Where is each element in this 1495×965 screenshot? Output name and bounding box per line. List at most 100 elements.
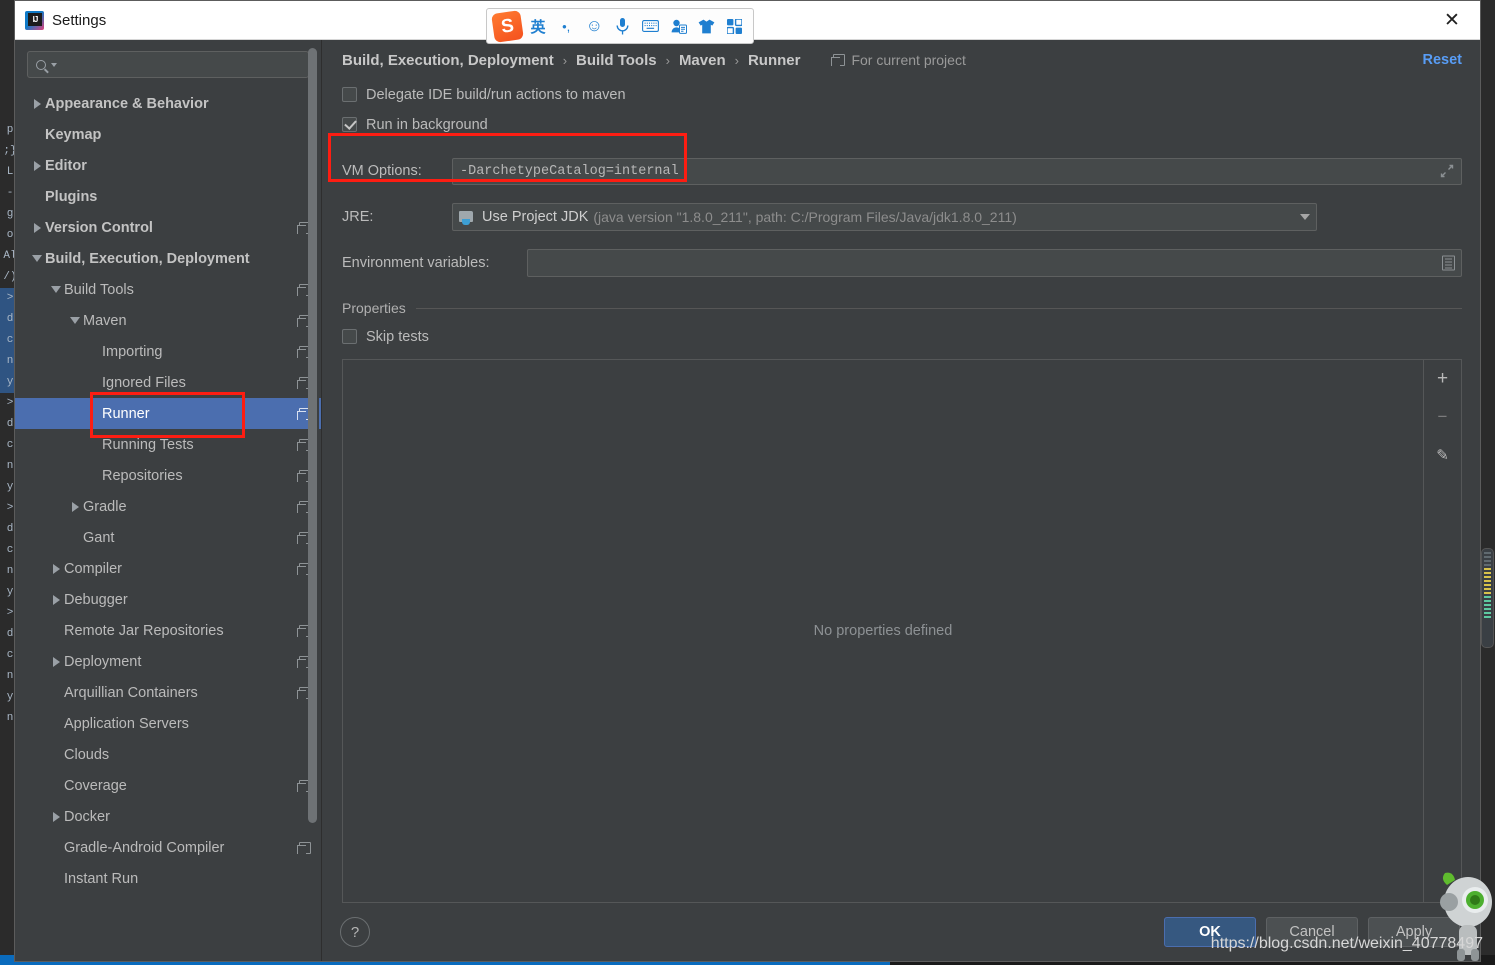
sidebar-item-label: Repositories bbox=[102, 467, 183, 484]
breadcrumb-separator: › bbox=[562, 52, 568, 68]
search-input[interactable] bbox=[57, 57, 300, 72]
sidebar-item-ignored-files[interactable]: Ignored Files bbox=[15, 367, 321, 398]
sidebar-item-maven[interactable]: Maven bbox=[15, 305, 321, 336]
env-variables-label: Environment variables: bbox=[342, 255, 490, 271]
chevron-down-icon[interactable] bbox=[67, 317, 83, 324]
sidebar-item-instant-run[interactable]: Instant Run bbox=[15, 863, 321, 894]
help-button[interactable]: ? bbox=[340, 917, 370, 947]
background-right-strip bbox=[1481, 0, 1495, 965]
vm-options-input[interactable]: -DarchetypeCatalog=internal bbox=[452, 157, 1462, 185]
user-account-icon[interactable] bbox=[667, 13, 691, 40]
skin-icon[interactable] bbox=[695, 13, 719, 40]
sidebar-item-label: Arquillian Containers bbox=[64, 684, 198, 701]
emoji-icon[interactable]: ☺ bbox=[582, 13, 606, 40]
chevron-right-icon[interactable] bbox=[48, 594, 64, 605]
sidebar-item-compiler[interactable]: Compiler bbox=[15, 553, 321, 584]
jdk-folder-icon bbox=[459, 210, 475, 225]
sidebar-item-label: Build Tools bbox=[64, 281, 134, 298]
breadcrumb-item-3[interactable]: Runner bbox=[748, 52, 801, 69]
sidebar-item-appearance-behavior[interactable]: Appearance & Behavior bbox=[15, 88, 321, 119]
reset-link[interactable]: Reset bbox=[1423, 52, 1463, 68]
sidebar-item-plugins[interactable]: Plugins bbox=[15, 181, 321, 212]
sidebar-item-running-tests[interactable]: Running Tests bbox=[15, 429, 321, 460]
jre-combobox[interactable]: Use Project JDK (java version "1.8.0_211… bbox=[452, 203, 1317, 231]
chevron-down-icon[interactable] bbox=[29, 255, 45, 262]
edit-property-button[interactable]: ✎ bbox=[1430, 442, 1456, 468]
search-container bbox=[15, 40, 321, 86]
properties-toolbar: + − ✎ bbox=[1424, 359, 1462, 903]
scope-indicator: For current project bbox=[831, 52, 966, 68]
sidebar-item-editor[interactable]: Editor bbox=[15, 150, 321, 181]
sidebar-item-label: Compiler bbox=[64, 560, 123, 577]
skip-tests-checkbox-row[interactable]: Skip tests bbox=[342, 324, 1462, 349]
sidebar-item-label: Runner bbox=[102, 405, 150, 422]
sidebar-item-label: Ignored Files bbox=[102, 374, 186, 391]
run-background-checkbox-row[interactable]: Run in background bbox=[342, 112, 1462, 137]
properties-empty-state[interactable]: No properties defined bbox=[342, 359, 1424, 903]
chevron-right-icon[interactable] bbox=[48, 811, 64, 822]
language-mode-icon[interactable]: 英 bbox=[526, 13, 550, 40]
chevron-right-icon[interactable] bbox=[67, 501, 83, 512]
sidebar-item-coverage[interactable]: Coverage bbox=[15, 770, 321, 801]
breadcrumb-item-0[interactable]: Build, Execution, Deployment bbox=[342, 52, 554, 69]
delegate-checkbox-label: Delegate IDE build/run actions to maven bbox=[366, 86, 626, 103]
background-level-meter-icon bbox=[1481, 548, 1494, 648]
toolbox-icon[interactable] bbox=[723, 13, 747, 40]
voice-input-icon[interactable] bbox=[610, 13, 634, 40]
properties-table-area: No properties defined + − ✎ bbox=[342, 359, 1462, 903]
sidebar-item-application-servers[interactable]: Application Servers bbox=[15, 708, 321, 739]
delegate-checkbox-row[interactable]: Delegate IDE build/run actions to maven bbox=[342, 82, 1462, 107]
sidebar-item-deployment[interactable]: Deployment bbox=[15, 646, 321, 677]
sidebar-item-gradle-android-compiler[interactable]: Gradle-Android Compiler bbox=[15, 832, 321, 863]
sidebar-item-repositories[interactable]: Repositories bbox=[15, 460, 321, 491]
sidebar-item-gradle[interactable]: Gradle bbox=[15, 491, 321, 522]
sidebar-item-remote-jar-repositories[interactable]: Remote Jar Repositories bbox=[15, 615, 321, 646]
sidebar-item-docker[interactable]: Docker bbox=[15, 801, 321, 832]
chevron-right-icon[interactable] bbox=[48, 656, 64, 667]
settings-sidebar: Appearance & Behavior Keymap Editor Plugins… bbox=[15, 40, 322, 961]
jre-label: JRE: bbox=[342, 209, 374, 225]
sidebar-item-build-execution-deployment[interactable]: Build, Execution, Deployment bbox=[15, 243, 321, 274]
sidebar-item-label: Gradle-Android Compiler bbox=[64, 839, 225, 856]
sidebar-scrollbar-thumb[interactable] bbox=[308, 48, 317, 823]
copy-settings-icon[interactable] bbox=[297, 841, 311, 854]
run-background-checkbox[interactable] bbox=[342, 117, 357, 132]
skip-tests-checkbox[interactable] bbox=[342, 329, 357, 344]
sogou-logo-icon[interactable]: S bbox=[491, 9, 524, 43]
sidebar-item-debugger[interactable]: Debugger bbox=[15, 584, 321, 615]
dialog-body: Appearance & Behavior Keymap Editor Plugins… bbox=[15, 40, 1480, 961]
chevron-down-icon[interactable] bbox=[48, 286, 64, 293]
add-property-button[interactable]: + bbox=[1430, 366, 1456, 392]
settings-dialog: Settings ✕ Appearance & Behavior Keymap Ed… bbox=[14, 0, 1481, 962]
delegate-checkbox[interactable] bbox=[342, 87, 357, 102]
vm-options-value: -DarchetypeCatalog=internal bbox=[460, 163, 679, 179]
env-variables-input[interactable] bbox=[527, 249, 1462, 277]
sidebar-scrollbar-track[interactable] bbox=[308, 44, 319, 823]
close-icon[interactable]: ✕ bbox=[1430, 4, 1474, 36]
breadcrumb-item-2[interactable]: Maven bbox=[679, 52, 726, 69]
sidebar-item-label: Editor bbox=[45, 157, 87, 174]
sidebar-item-version-control[interactable]: Version Control bbox=[15, 212, 321, 243]
breadcrumb-item-1[interactable]: Build Tools bbox=[576, 52, 657, 69]
sidebar-item-arquillian-containers[interactable]: Arquillian Containers bbox=[15, 677, 321, 708]
remove-property-button[interactable]: − bbox=[1430, 404, 1456, 430]
chevron-right-icon[interactable] bbox=[29, 222, 45, 233]
chevron-right-icon[interactable] bbox=[29, 98, 45, 109]
soft-keyboard-icon[interactable] bbox=[639, 13, 663, 40]
edit-list-icon[interactable] bbox=[1442, 255, 1455, 271]
settings-tree[interactable]: Appearance & Behavior Keymap Editor Plugins… bbox=[15, 86, 321, 961]
search-box[interactable] bbox=[27, 51, 309, 78]
punctuation-mode-icon[interactable]: •, bbox=[554, 13, 578, 40]
chevron-down-icon[interactable] bbox=[1300, 214, 1310, 220]
sidebar-item-runner[interactable]: Runner bbox=[15, 398, 321, 429]
chevron-right-icon[interactable] bbox=[29, 160, 45, 171]
window-title: Settings bbox=[52, 11, 107, 29]
expand-icon[interactable] bbox=[1440, 164, 1454, 178]
sidebar-item-importing[interactable]: Importing bbox=[15, 336, 321, 367]
sidebar-item-keymap[interactable]: Keymap bbox=[15, 119, 321, 150]
search-icon bbox=[36, 59, 46, 70]
sidebar-item-clouds[interactable]: Clouds bbox=[15, 739, 321, 770]
chevron-right-icon[interactable] bbox=[48, 563, 64, 574]
sidebar-item-gant[interactable]: Gant bbox=[15, 522, 321, 553]
sidebar-item-build-tools[interactable]: Build Tools bbox=[15, 274, 321, 305]
